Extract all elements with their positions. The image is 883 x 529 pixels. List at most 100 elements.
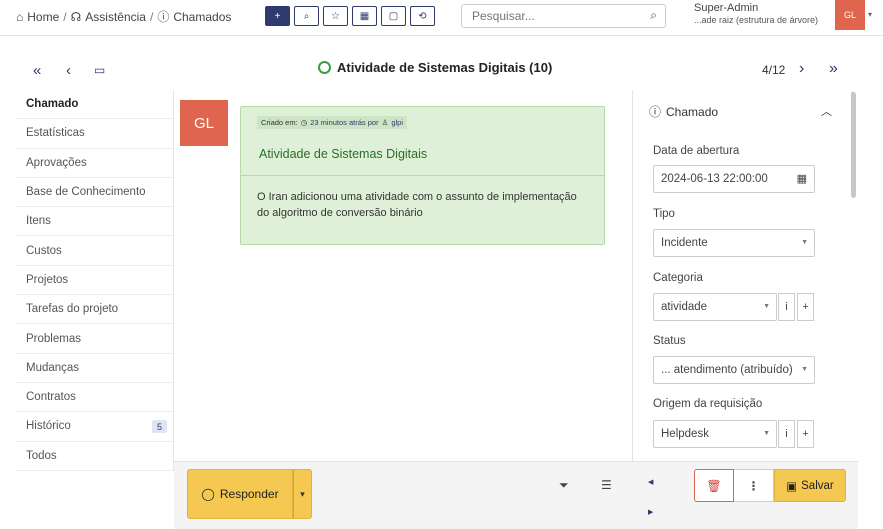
star-button[interactable]: ☆	[323, 6, 348, 26]
origin-value: Helpdesk	[661, 428, 709, 440]
first-page-icon[interactable]: «	[33, 62, 41, 79]
tab-contracts[interactable]: Contratos	[16, 383, 173, 413]
reset-button[interactable]: ⟲	[410, 6, 435, 26]
created-label: Criado em:	[261, 118, 298, 127]
chevron-down-icon: ▼	[763, 303, 770, 310]
speech-bubble-icon: ◯	[201, 487, 215, 501]
tab-costs[interactable]: Custos	[16, 236, 173, 266]
created-when: 23 minutos atrás por	[310, 118, 379, 127]
tab-knowledge-base[interactable]: Base de Conhecimento	[16, 178, 173, 208]
opening-date-value: 2024-06-13 22:00:00	[661, 173, 768, 185]
more-vertical-icon: ⋮	[747, 478, 760, 493]
user-avatar[interactable]: GL	[835, 0, 865, 30]
author-avatar: GL	[180, 100, 228, 146]
tab-items[interactable]: Itens	[16, 207, 173, 237]
calendar-icon[interactable]: ▦	[797, 172, 807, 185]
clock-icon: ◷	[300, 118, 308, 127]
home-icon[interactable]: ⌂	[16, 10, 23, 24]
add-button[interactable]: +	[265, 6, 290, 26]
search-icon[interactable]: ⌕	[650, 8, 657, 23]
tab-history[interactable]: Histórico 5	[16, 412, 173, 442]
book-button[interactable]: ▢	[381, 6, 406, 26]
type-value: Incidente	[661, 237, 708, 249]
search-input[interactable]	[472, 9, 632, 23]
chevron-up-icon[interactable]: ︿	[821, 103, 832, 119]
status-label: Status	[653, 335, 686, 347]
info-icon[interactable]: i	[778, 420, 795, 448]
breadcrumb-separator: /	[149, 9, 154, 24]
history-count-badge: 5	[152, 420, 167, 434]
previous-page-icon[interactable]: ‹	[66, 62, 71, 79]
timeline-item: Criado em: ◷ 23 minutos atrás por ♙ glpi…	[240, 106, 605, 245]
type-select[interactable]: Incidente ▼	[653, 229, 815, 257]
panel-header[interactable]: ⓘ Chamado	[649, 103, 718, 120]
timeline-title: Atividade de Sistemas Digitais	[259, 147, 428, 161]
tab-history-label: Histórico	[26, 420, 71, 433]
user-name[interactable]: Super-Admin	[694, 2, 758, 14]
card-icon[interactable]: ▭	[94, 63, 105, 77]
plus-icon[interactable]: +	[797, 293, 814, 321]
grid-button[interactable]: ▦	[352, 6, 377, 26]
plus-icon[interactable]: +	[797, 420, 814, 448]
reply-button[interactable]: ◯ Responder	[187, 469, 293, 519]
more-actions-button[interactable]: ⋮	[734, 469, 774, 502]
scrollbar[interactable]	[851, 92, 856, 198]
tab-problems[interactable]: Problemas	[16, 324, 173, 354]
info-circle-icon: ⓘ	[649, 105, 662, 119]
user-icon: ♙	[381, 118, 389, 127]
opening-date-label: Data de abertura	[653, 145, 740, 157]
chevron-down-icon: ▼	[801, 239, 808, 246]
tab-changes[interactable]: Mudanças	[16, 354, 173, 383]
timeline-content: O Iran adicionou uma atividade com o ass…	[257, 191, 577, 219]
chevron-down-icon: ▾	[300, 488, 305, 499]
filter-icon[interactable]: ⏷	[559, 478, 569, 493]
info-circle-icon[interactable]: ⓘ	[157, 8, 169, 25]
tab-all[interactable]: Todos	[16, 442, 173, 471]
save-button[interactable]: ▣ Salvar	[774, 469, 846, 502]
search-list-button[interactable]: ⌕	[294, 6, 319, 26]
breadcrumb-separator: /	[63, 9, 67, 24]
breadcrumb-tickets[interactable]: Chamados	[173, 10, 231, 24]
trash-icon: 🗑	[706, 478, 722, 493]
tab-statistics[interactable]: Estatísticas	[16, 119, 173, 149]
panel-title: Chamado	[666, 104, 719, 119]
chevron-down-icon: ▼	[763, 430, 770, 437]
breadcrumb: ⌂ Home / ☊ Assistência / ⓘ Chamados	[16, 8, 231, 25]
tab-ticket[interactable]: Chamado	[16, 90, 173, 120]
pager-count: 4/12	[762, 63, 786, 77]
chevron-down-icon[interactable]: ▾	[868, 10, 872, 19]
sidebar-nav: Chamado Estatísticas Aprovações Base de …	[16, 90, 174, 471]
sort-list-icon[interactable]: ☰	[601, 478, 612, 492]
reply-dropdown-toggle[interactable]: ▾	[293, 469, 312, 519]
origin-label: Origem da requisição	[653, 398, 763, 410]
chevron-down-icon: ▼	[801, 366, 808, 373]
opening-date-field[interactable]: 2024-06-13 22:00:00 ▦	[653, 165, 815, 193]
created-by-link[interactable]: glpi	[391, 118, 403, 127]
status-value: ... atendimento (atribuído)	[661, 364, 793, 376]
info-icon[interactable]: i	[778, 293, 795, 321]
timeline-meta: Criado em: ◷ 23 minutos atrás por ♙ glpi	[257, 116, 408, 129]
save-icon: ▣	[786, 480, 798, 493]
last-page-icon[interactable]: »	[829, 60, 838, 78]
next-page-icon[interactable]: ›	[799, 60, 804, 78]
category-select[interactable]: atividade ▼	[653, 293, 777, 321]
delete-button[interactable]: 🗑	[694, 469, 734, 502]
category-label: Categoria	[653, 272, 703, 284]
headset-icon[interactable]: ☊	[71, 10, 82, 24]
search-box: ⌕	[461, 4, 666, 28]
breadcrumb-assistance[interactable]: Assistência	[85, 10, 146, 24]
tab-project-tasks[interactable]: Tarefas do projeto	[16, 295, 173, 325]
reply-label: Responder	[219, 487, 279, 501]
breadcrumb-home[interactable]: Home	[27, 10, 59, 24]
origin-select[interactable]: Helpdesk ▼	[653, 420, 777, 448]
save-label: Salvar	[801, 479, 834, 492]
tab-approvals[interactable]: Aprovações	[16, 149, 173, 178]
expand-right-icon[interactable]: ▶	[648, 508, 653, 516]
category-value: atividade	[661, 301, 708, 313]
tab-projects[interactable]: Projetos	[16, 266, 173, 296]
user-entity[interactable]: ...ade raiz (estrutura de árvore)	[694, 15, 818, 25]
collapse-left-icon[interactable]: ◀	[648, 478, 653, 486]
status-select[interactable]: ... atendimento (atribuído) ▼	[653, 356, 815, 384]
page-title: Atividade de Sistemas Digitais (10)	[337, 60, 553, 75]
status-open-icon	[318, 61, 331, 74]
